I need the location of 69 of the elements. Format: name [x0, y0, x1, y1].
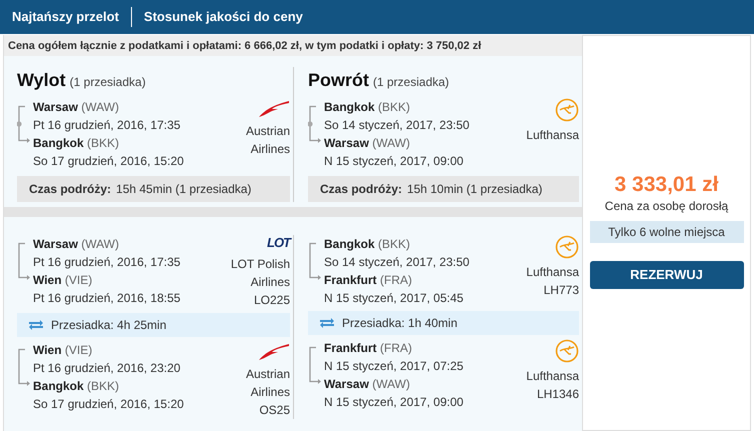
- travel-duration: Czas podróży: 15h 10min (1 przesiadka): [308, 176, 579, 202]
- city-name: Bangkok: [33, 379, 84, 393]
- price-note: Cena za osobę dorosłą: [604, 198, 728, 215]
- airline-logo: LOT: [267, 235, 290, 251]
- price-total: 3 333,01 zł: [614, 173, 718, 197]
- airport-code: (BKK): [378, 100, 410, 114]
- seats-badge: Tylko 6 wolne miejsca: [590, 221, 744, 243]
- crane-logo-icon: [555, 339, 579, 363]
- crane-logo-icon: [555, 235, 579, 259]
- flight-datetime: Pt 16 grudzień, 2016, 23:20: [33, 360, 182, 377]
- airport-code: (FRA): [380, 273, 412, 287]
- flight-datetime: So 17 grudzień, 2016, 15:20: [33, 396, 185, 413]
- flight-datetime: So 14 styczeń, 2017, 23:50: [324, 117, 470, 134]
- airport-code: (WAW): [81, 237, 120, 251]
- city-name: Frankfurt: [324, 273, 377, 287]
- airline-name: Austrian Airlines: [244, 366, 290, 401]
- airport-code: (WAW): [372, 136, 410, 150]
- layover-time: Przesiadka: 1h 40min: [342, 315, 458, 332]
- city-name: Warsaw: [33, 100, 78, 114]
- city-name: Frankfurt: [324, 341, 377, 355]
- airport-code: (WAW): [372, 377, 410, 391]
- city-name: Wien: [33, 343, 62, 357]
- repeat-icon: [27, 319, 45, 331]
- airport-code: (WAW): [81, 100, 120, 114]
- airport-code: (BKK): [378, 237, 410, 251]
- direction-title: Wylot: [17, 70, 66, 90]
- airline-name: Lufthansa: [526, 368, 579, 385]
- crane-logo-icon: [555, 98, 579, 122]
- sort-tab[interactable]: Stosunek jakości do ceny: [130, 7, 315, 27]
- book-button[interactable]: REZERWUJ: [590, 261, 744, 289]
- flight-datetime: N 15 styczeń, 2017, 05:45: [324, 290, 464, 307]
- city-name: Bangkok: [33, 136, 84, 150]
- flight-number: LH1346: [536, 386, 579, 403]
- price-summary: Cena ogółem łącznie z podatkami i opłatami: 6 666,02 zł, w tym podatki i opłaty: 3 750,02 zł: [4, 35, 582, 56]
- flight-number: LO225: [254, 292, 290, 309]
- flight-datetime: Pt 16 grudzień, 2016, 17:35: [33, 254, 182, 271]
- airline-name: Lufthansa: [526, 127, 579, 144]
- airline-logo-icon: [258, 341, 290, 361]
- stops-count: (1 przesiadka): [373, 75, 450, 89]
- airport-code: (FRA): [380, 341, 412, 355]
- airline-logo-icon: [258, 98, 290, 118]
- airport-code: (BKK): [87, 136, 120, 150]
- stops-count: (1 przesiadka): [70, 75, 146, 89]
- flight-datetime: N 15 styczeń, 2017, 07:25: [324, 358, 464, 375]
- flight-datetime: Pt 16 grudzień, 2016, 18:55: [33, 290, 182, 307]
- city-name: Bangkok: [324, 237, 375, 251]
- city-name: Bangkok: [324, 100, 375, 114]
- direction-title: Powrót: [308, 70, 369, 90]
- flight-number: LH773: [544, 282, 579, 299]
- city-name: Warsaw: [324, 377, 369, 391]
- city-name: Warsaw: [324, 136, 369, 150]
- travel-duration: Czas podróży: 15h 45min (1 przesiadka): [17, 176, 290, 202]
- airline-name: Austrian Airlines: [244, 123, 290, 158]
- flight-datetime: So 14 styczeń, 2017, 23:50: [324, 254, 470, 271]
- sort-tab[interactable]: Najtańszy przelot: [12, 7, 131, 27]
- city-name: Warsaw: [33, 237, 78, 251]
- flight-number: OS25: [259, 402, 290, 419]
- flight-datetime: So 17 grudzień, 2016, 15:20: [33, 153, 185, 170]
- layover-time: Przesiadka: 4h 25min: [51, 317, 166, 334]
- flight-datetime: N 15 styczeń, 2017, 09:00: [324, 394, 464, 411]
- flight-datetime: N 15 styczeń, 2017, 09:00: [324, 153, 464, 170]
- flight-datetime: Pt 16 grudzień, 2016, 17:35: [33, 117, 182, 134]
- repeat-icon: [318, 317, 336, 329]
- airport-code: (BKK): [87, 379, 120, 393]
- airport-code: (VIE): [64, 273, 92, 287]
- airport-code: (VIE): [64, 343, 92, 357]
- airline-name: Lufthansa: [526, 264, 579, 281]
- airline-name: LOT Polish Airlines: [230, 256, 290, 291]
- city-name: Wien: [33, 273, 62, 287]
